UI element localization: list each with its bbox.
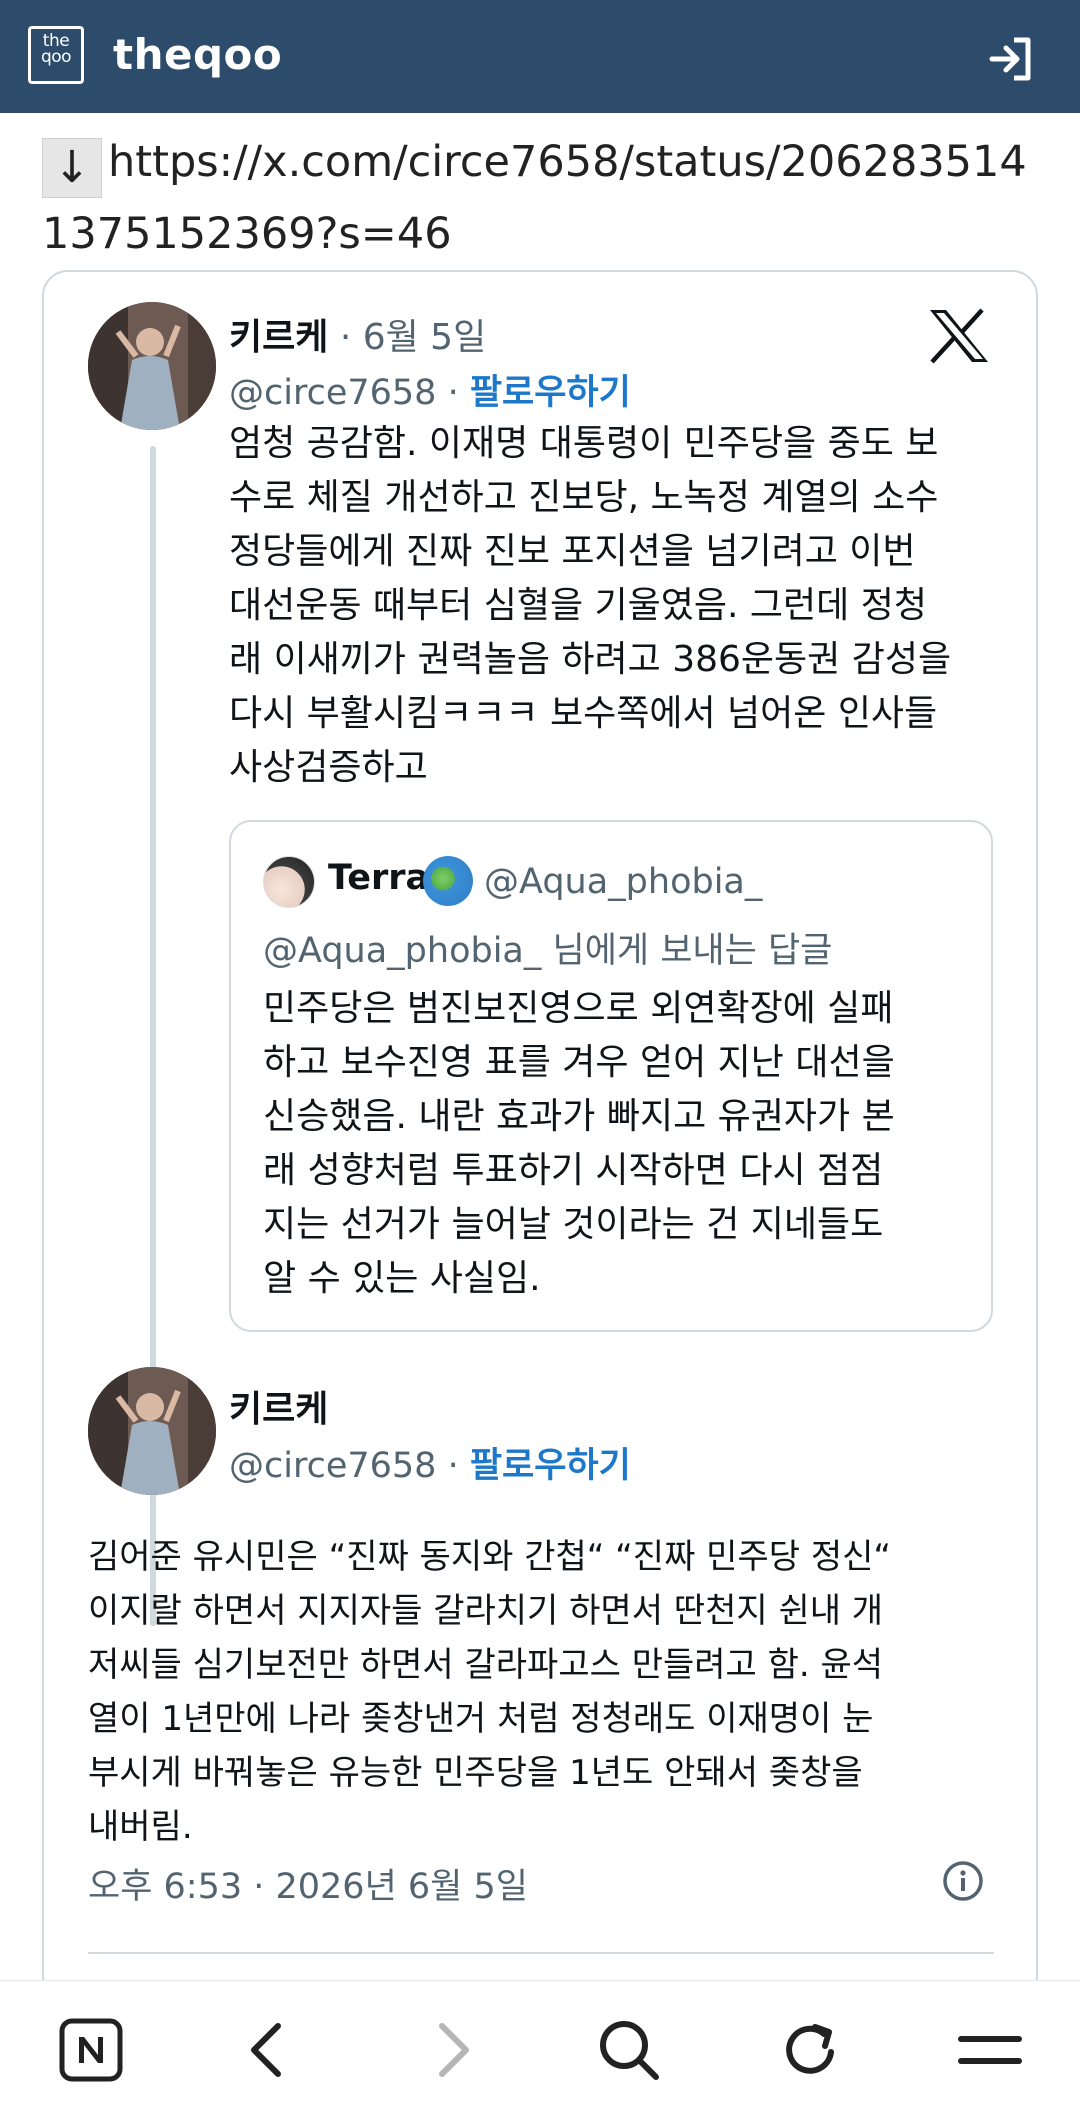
divider	[88, 1952, 994, 1954]
top-bar: the qoo theqoo	[0, 0, 1080, 113]
quoted-tweet[interactable]: Terra @Aqua_phobia_ @Aqua_phobia_ 님에게 보내…	[229, 820, 993, 1332]
avatar-image	[88, 302, 216, 430]
author-handle[interactable]: @circe7658	[229, 1446, 436, 1486]
bottom-navigation-bar	[0, 1980, 1080, 2121]
menu-icon	[958, 2036, 1022, 2064]
avatar[interactable]	[88, 302, 216, 430]
quote-avatar[interactable]	[263, 856, 315, 908]
search-icon	[600, 2021, 659, 2080]
author-name[interactable]: 키르케	[229, 1380, 328, 1432]
refresh-button[interactable]	[766, 2005, 856, 2095]
globe-emoji-icon	[423, 856, 473, 906]
quote-text: 민주당은 범진보진영으로 외연확장에 실패 하고 보수진영 표를 겨우 얻어 지…	[263, 988, 895, 1299]
login-icon[interactable]	[986, 34, 1036, 84]
x-logo-icon[interactable]	[928, 308, 990, 364]
author-name[interactable]: 키르케 · 6월 5일	[229, 308, 486, 360]
avatar[interactable]	[88, 1367, 216, 1495]
quote-author-name[interactable]: Terra	[328, 858, 429, 898]
replying-to: @Aqua_phobia_ 님에게 보내는 답글	[263, 931, 833, 971]
follow-button[interactable]: 팔로우하기	[470, 373, 631, 413]
naver-icon	[59, 2018, 123, 2082]
tweet-timestamp[interactable]: 오후 6:53 · 2026년 6월 5일	[88, 1858, 528, 1909]
author-handle-line: @circe7658 · 팔로우하기	[229, 373, 631, 413]
naver-home-button[interactable]	[46, 2005, 136, 2095]
tweet-date: · 6월 5일	[328, 317, 487, 358]
post-link[interactable]: ↓ https://x.com/circe7658/status/20628351…	[42, 126, 1052, 270]
avatar-image	[88, 1367, 216, 1495]
tweet-text: 김어준 유시민은 “진짜 동지와 간첩“ “진짜 민주당 정신“ 이지랄 하면서…	[88, 1537, 891, 1847]
tweet-text: 엄청 공감함. 이재명 대통령이 민주당을 중도 보 수로 체질 개선하고 진보…	[229, 423, 952, 788]
down-arrow-icon: ↓	[42, 138, 102, 198]
author-handle-line: @circe7658 · 팔로우하기	[229, 1446, 631, 1486]
info-icon[interactable]	[942, 1860, 984, 1902]
back-icon	[251, 2023, 281, 2077]
link-url[interactable]: https://x.com/circe7658/status/206283514…	[42, 137, 1027, 259]
author-handle[interactable]: @circe7658	[229, 373, 436, 413]
menu-button[interactable]	[945, 2005, 1035, 2095]
search-button[interactable]	[584, 2005, 674, 2095]
quote-author-handle[interactable]: @Aqua_phobia_	[484, 862, 762, 902]
site-name[interactable]: theqoo	[113, 30, 282, 79]
back-button[interactable]	[222, 2005, 312, 2095]
refresh-icon	[786, 2024, 834, 2074]
follow-button[interactable]: 팔로우하기	[470, 1446, 631, 1486]
forward-icon	[439, 2023, 469, 2077]
logo-text-bottom: qoo	[40, 47, 72, 67]
forward-button[interactable]	[408, 2005, 498, 2095]
tweet-embed-card[interactable]: 키르케 · 6월 5일 @circe7658 · 팔로우하기 엄청 공감함. 이…	[42, 270, 1038, 2121]
theqoo-logo[interactable]: the qoo	[28, 26, 84, 84]
